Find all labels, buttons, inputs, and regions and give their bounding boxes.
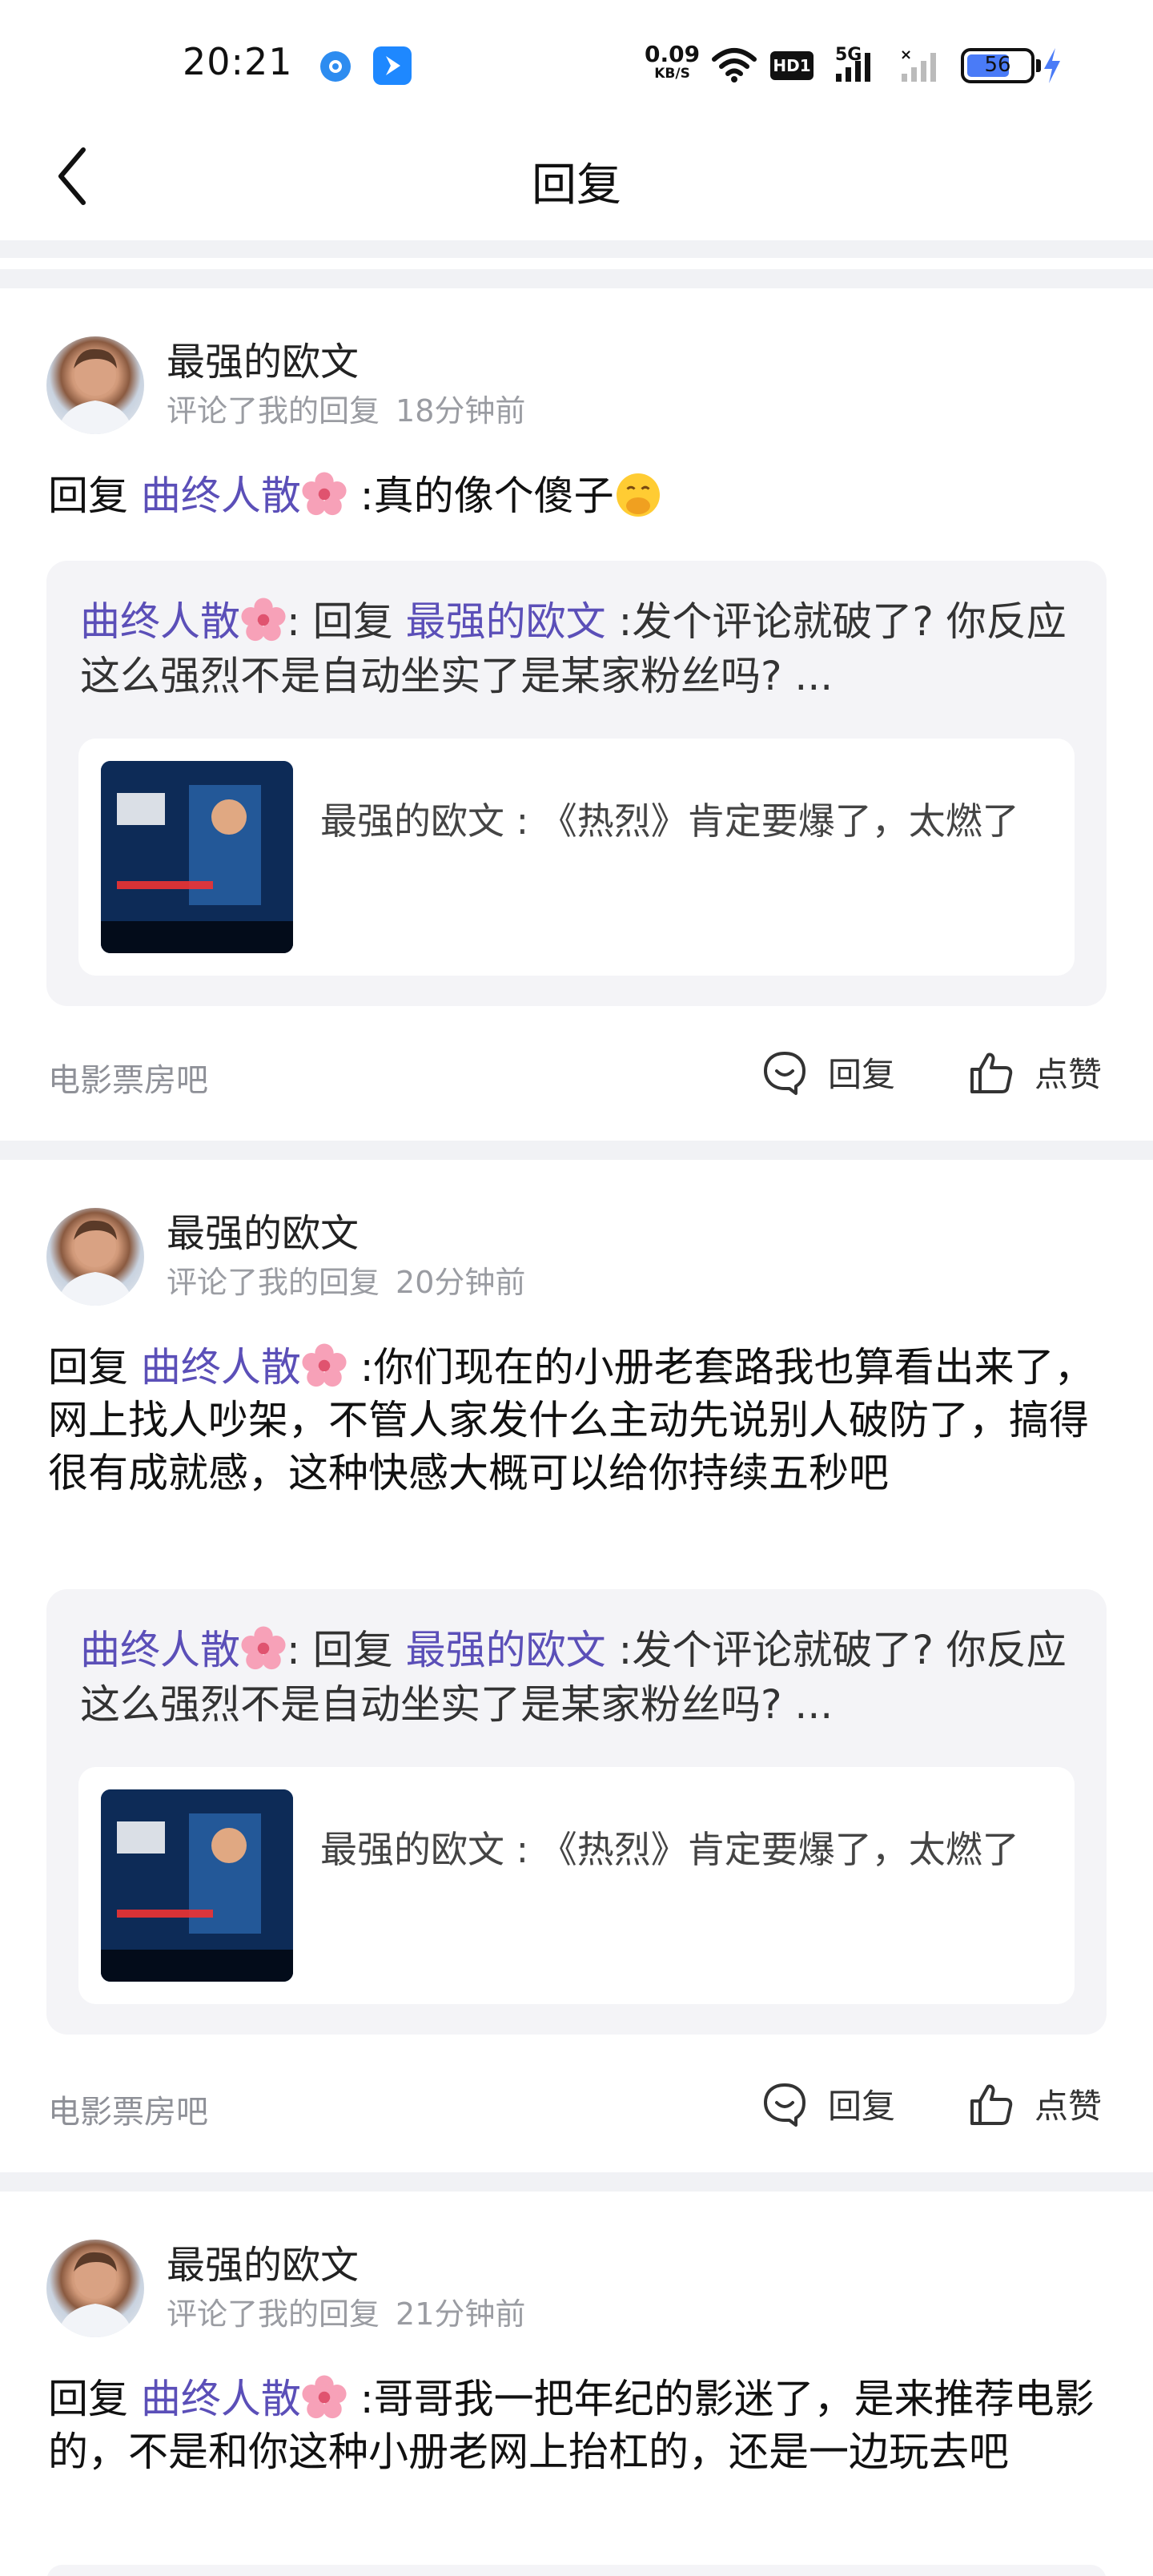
avatar[interactable] [46,1208,144,1306]
network-speed: 0.09 KB/S [645,41,701,83]
quote-target[interactable]: 最强的欧文 [406,1627,606,1673]
quote-author[interactable]: 曲终人散 [80,1627,240,1673]
post-thumbnail[interactable] [101,1789,293,1982]
cherry-blossom-icon [241,598,286,642]
username[interactable]: 最强的欧文 [167,330,359,386]
original-post[interactable]: 最强的欧文 : 《热烈》肯定要爆了，太燃了 [78,739,1075,976]
svg-text:×: × [900,46,912,63]
cherry-blossom-icon [302,1343,347,1387]
quote-target[interactable]: 最强的欧文 [406,598,606,645]
quoted-comment[interactable] [46,2565,1107,2576]
timestamp: 20分钟前 [396,1265,526,1300]
reply-label: 回复 [828,2087,896,2126]
mention-link[interactable]: 曲终人散 [141,2376,301,2422]
thumbs-up-icon [970,1053,1013,1093]
quote-text: 曲终人散: 回复 最强的欧文 :发个评论就破了? 你反应这么强烈不是自动坐实了是… [80,1626,1067,1728]
section-divider [0,240,1153,288]
reply-label: 回复 [828,1055,896,1094]
original-text: 最强的欧文 : 《热烈》肯定要爆了，太燃了 [320,799,1019,843]
hand-over-mouth-emoji-icon [616,473,660,517]
like-button[interactable]: 点赞 [967,2079,1102,2128]
thumbs-up-icon [970,2084,1013,2125]
hd-badge: HD1 [770,51,814,80]
timestamp: 18分钟前 [396,393,526,429]
post-thumbnail[interactable] [101,761,293,953]
reply-content: 回复 曲终人散 :真的像个傻子 [48,469,1105,522]
quoted-comment[interactable]: 曲终人散: 回复 最强的欧文 :发个评论就破了? 你反应这么强烈不是自动坐实了是… [46,1589,1107,2035]
forum-name[interactable]: 电影票房吧 [48,1054,208,1101]
quote-text: 曲终人散: 回复 最强的欧文 :发个评论就破了? 你反应这么强烈不是自动坐实了是… [80,598,1067,699]
signal-icon: × [836,46,936,82]
post-meta: 评论了我的回复 21分钟前 [167,2289,525,2333]
forum-name[interactable]: 电影票房吧 [48,2086,208,2132]
like-label: 点赞 [1034,1055,1103,1094]
status-time: 20:21 [183,40,293,83]
cherry-blossom-icon [302,2375,347,2419]
section-divider [0,1141,1153,1160]
app-notification-icon [320,51,351,82]
app-notification-icon-2 [373,46,412,85]
original-post[interactable]: 最强的欧文 : 《热烈》肯定要爆了，太燃了 [78,1767,1075,2004]
avatar[interactable] [46,336,144,434]
mention-link[interactable]: 曲终人散 [141,1344,301,1391]
reply-card[interactable]: 最强的欧文 评论了我的回复 20分钟前 回复 曲终人散 :你们现在的小册老套路我也… [0,1160,1153,2172]
username[interactable]: 最强的欧文 [167,1201,359,1258]
reply-card[interactable]: 最强的欧文 评论了我的回复 21分钟前 回复 曲终人散 :哥哥我一把年纪的影迷了，… [0,2192,1153,2576]
cherry-blossom-icon [302,472,347,516]
status-bar: 20:21 0.09 KB/S HD1 5G × 56 [0,0,1153,120]
reply-card[interactable]: 最强的欧文 评论了我的回复 18分钟前 回复 曲终人散 :真的像个傻子 曲终人散:… [0,288,1153,1141]
original-text: 最强的欧文 : 《热烈》肯定要爆了，太燃了 [320,1828,1019,1871]
comment-icon [764,1051,805,1095]
reply-content: 回复 曲终人散 :你们现在的小册老套路我也算看出来了，网上找人吵架，不管人家发什… [48,1343,1095,1496]
cherry-blossom-icon [241,1626,286,1670]
post-meta: 评论了我的回复 20分钟前 [167,1258,525,1302]
timestamp: 21分钟前 [396,2296,526,2332]
charging-icon [1044,48,1060,83]
mention-link[interactable]: 曲终人散 [141,473,301,519]
action-text: 评论了我的回复 [167,393,380,429]
comment-icon [764,2083,805,2127]
section-divider [0,2172,1153,2192]
wifi-icon [712,48,757,83]
battery-icon: 56 [961,48,1041,83]
post-meta: 评论了我的回复 18分钟前 [167,386,525,430]
quoted-comment[interactable]: 曲终人散: 回复 最强的欧文 :发个评论就破了? 你反应这么强烈不是自动坐实了是… [46,561,1107,1006]
reply-button[interactable]: 回复 [761,2079,895,2128]
like-button[interactable]: 点赞 [967,1048,1102,1097]
reply-button[interactable]: 回复 [761,1048,895,1097]
page-title: 回复 [532,159,621,211]
like-label: 点赞 [1034,2087,1103,2126]
avatar[interactable] [46,2240,144,2337]
quote-author[interactable]: 曲终人散 [80,598,240,645]
nav-header: 回复 [0,120,1153,240]
reply-content: 回复 曲终人散 :哥哥我一把年纪的影迷了，是来推荐电影的，不是和你这种小册老网上… [48,2375,1095,2475]
action-text: 评论了我的回复 [167,2296,380,2332]
action-text: 评论了我的回复 [167,1265,380,1300]
username[interactable]: 最强的欧文 [167,2233,359,2289]
